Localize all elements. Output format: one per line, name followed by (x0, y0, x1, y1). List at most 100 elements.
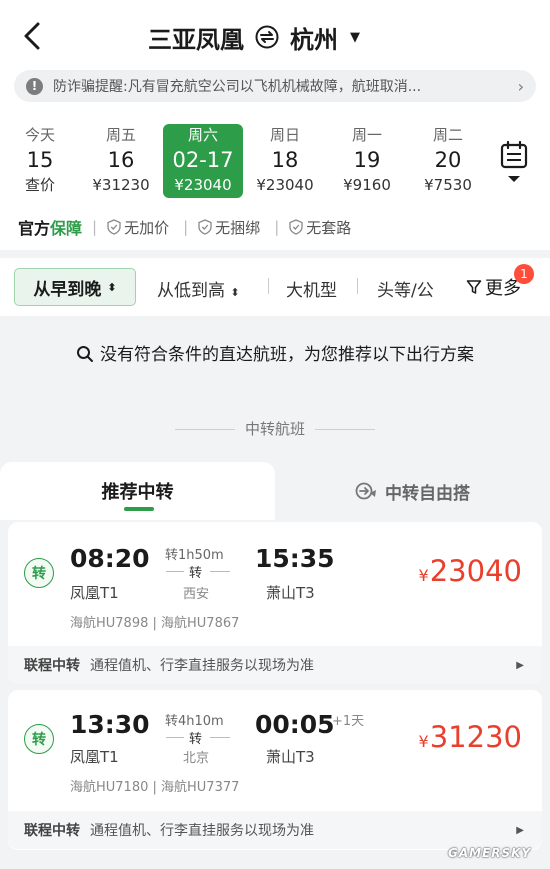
transfer-city: 西安 (183, 587, 210, 602)
sort-arrows-icon: ⬍ (230, 286, 240, 299)
no-direct-flights-message: 没有符合条件的直达航班，为您推荐以下出行方案 (0, 340, 550, 365)
date-item[interactable]: 周二 20 ¥7530 (408, 124, 488, 198)
departure-time: 13:30 (70, 710, 150, 739)
calendar-icon[interactable] (494, 140, 534, 190)
shield-check-icon (198, 219, 212, 235)
departure-time: 08:20 (70, 544, 150, 573)
guarantee-item-label: 无套路 (306, 218, 352, 237)
date-day: 18 (271, 148, 299, 172)
divider (268, 278, 269, 294)
tab-recommended-label: 推荐中转 (101, 482, 174, 503)
connection-label: 联程中转 (24, 658, 80, 674)
watermark: GAMERSKY (448, 846, 532, 860)
sort-price-button[interactable]: 从低到高 ⬍ (157, 276, 240, 301)
flight-card[interactable]: 转 08:20 凤凰T1 转1h50m 转 西安 15:35 萧山T3 ¥230… (8, 522, 542, 684)
divider (315, 429, 375, 430)
back-icon[interactable] (18, 18, 48, 54)
route-selector[interactable]: 三亚凤凰 杭州 ▼ (148, 20, 360, 54)
empty-message-text: 没有符合条件的直达航班，为您推荐以下出行方案 (100, 345, 474, 365)
chevron-right-icon: › (517, 76, 524, 96)
price: ¥23040 (419, 554, 522, 588)
divider: | (183, 218, 189, 236)
date-item[interactable]: 周日 18 ¥23040 (245, 124, 325, 198)
date-price: ¥31230 (92, 176, 150, 194)
official-guarantee-bar: 官方 保障 | 无加价 | 无捆绑 | 无套路 (0, 204, 550, 250)
connection-label: 联程中转 (24, 823, 80, 839)
flight-card[interactable]: 转 13:30 凤凰T1 转4h10m 转 北京 00:05 +1天 萧山T3 … (8, 690, 542, 850)
search-icon (77, 346, 93, 362)
date-weekday: 今天 (24, 126, 55, 144)
destination-city: 杭州 (290, 25, 338, 54)
tab-free-label: 中转自由搭 (385, 483, 470, 504)
shield-check-icon (289, 219, 303, 235)
arrival-airport: 萧山T3 (266, 584, 315, 602)
top-bar: 三亚凤凰 杭州 ▼ ! 防诈骗提醒:凡有冒充航空公司以飞机机械故障，航班取消..… (0, 0, 550, 128)
more-filters-button[interactable]: 更多 (466, 274, 521, 300)
cabin-filter[interactable]: 头等/公 (377, 276, 453, 301)
guarantee-item-label: 无加价 (124, 218, 170, 237)
date-day: 16 (107, 148, 135, 172)
guarantee-label-b: 保障 (50, 219, 83, 238)
filter-count-badge: 1 (514, 264, 534, 284)
date-item-selected[interactable]: 周六 02-17 ¥23040 (163, 124, 243, 198)
expand-arrow-icon: ▶ (516, 659, 524, 671)
date-item[interactable]: 周五 16 ¥31230 (81, 124, 161, 198)
connection-info-row[interactable]: 联程中转 通程值机、行李直挂服务以现场为准 ▶ (8, 646, 542, 684)
filter-icon (466, 280, 482, 294)
date-weekday: 周六 (187, 126, 218, 144)
date-day: 20 (434, 148, 462, 172)
route-line (210, 737, 230, 738)
tab-recommended-transfer[interactable]: 推荐中转 (0, 462, 275, 520)
transfer-badge: 转 (24, 558, 54, 588)
layover-duration: 转4h10m (165, 714, 224, 729)
date-price: ¥23040 (174, 176, 232, 194)
transfer-plane-icon (355, 482, 376, 500)
layover-duration: 转1h50m (165, 548, 224, 563)
fraud-notice-banner[interactable]: ! 防诈骗提醒:凡有冒充航空公司以飞机机械故障，航班取消... › (14, 70, 536, 102)
date-price: 查价 (24, 176, 55, 194)
departure-airport: 凤凰T1 (70, 584, 119, 602)
transfer-city: 北京 (183, 751, 210, 766)
transfer-mark: 转 (189, 732, 203, 747)
transfer-mark: 转 (189, 566, 203, 581)
currency-symbol: ¥ (418, 566, 429, 585)
route-line (210, 571, 230, 572)
departure-airport: 凤凰T1 (70, 748, 119, 766)
guarantee-item: 无套路 (289, 217, 351, 238)
section-title: 中转航班 (0, 418, 550, 439)
date-item[interactable]: 今天 15 查价 (0, 124, 80, 198)
price-value: 23040 (429, 554, 522, 588)
guarantee-label-a: 官方 (18, 219, 51, 238)
price-value: 31230 (429, 720, 522, 754)
date-weekday: 周五 (105, 126, 136, 144)
connection-text: 通程值机、行李直挂服务以现场为准 (90, 658, 314, 674)
transfer-tabs: 中转自由搭 推荐中转 (0, 462, 550, 520)
route-line (166, 571, 184, 572)
guarantee-item: 无捆绑 (198, 217, 260, 238)
connection-info-row[interactable]: 联程中转 通程值机、行李直挂服务以现场为准 ▶ (8, 811, 542, 849)
date-price: ¥23040 (256, 176, 314, 194)
currency-symbol: ¥ (418, 732, 429, 751)
date-day: 15 (26, 148, 54, 172)
large-plane-filter[interactable]: 大机型 (286, 276, 337, 301)
date-price: ¥7530 (424, 176, 472, 194)
flight-numbers: 海航HU7898 | 海航HU7867 (70, 616, 240, 631)
date-day: 02-17 (172, 148, 234, 172)
connection-text: 通程值机、行李直挂服务以现场为准 (90, 823, 314, 839)
guarantee-item-label: 无捆绑 (215, 218, 261, 237)
arrival-time: 15:35 (255, 544, 335, 573)
date-weekday: 周二 (432, 126, 463, 144)
notice-text: 防诈骗提醒:凡有冒充航空公司以飞机机械故障，航班取消... (53, 79, 422, 95)
tab-free-transfer[interactable]: 中转自由搭 (275, 462, 550, 520)
divider (174, 429, 235, 430)
sort-price-label: 从低到高 (157, 281, 225, 301)
shield-check-icon (107, 219, 121, 235)
sort-time-button[interactable]: 从早到晚 ⬍ (14, 268, 136, 306)
alert-icon: ! (26, 77, 43, 95)
date-price: ¥9160 (343, 176, 391, 194)
sort-time-label: 从早到晚 (33, 279, 102, 300)
date-strip: 今天 15 查价 周五 16 ¥31230 周六 02-17 ¥23040 周日… (0, 118, 550, 204)
guarantee-item: 无加价 (107, 217, 169, 238)
date-weekday: 周日 (269, 126, 300, 144)
date-item[interactable]: 周一 19 ¥9160 (327, 124, 407, 198)
